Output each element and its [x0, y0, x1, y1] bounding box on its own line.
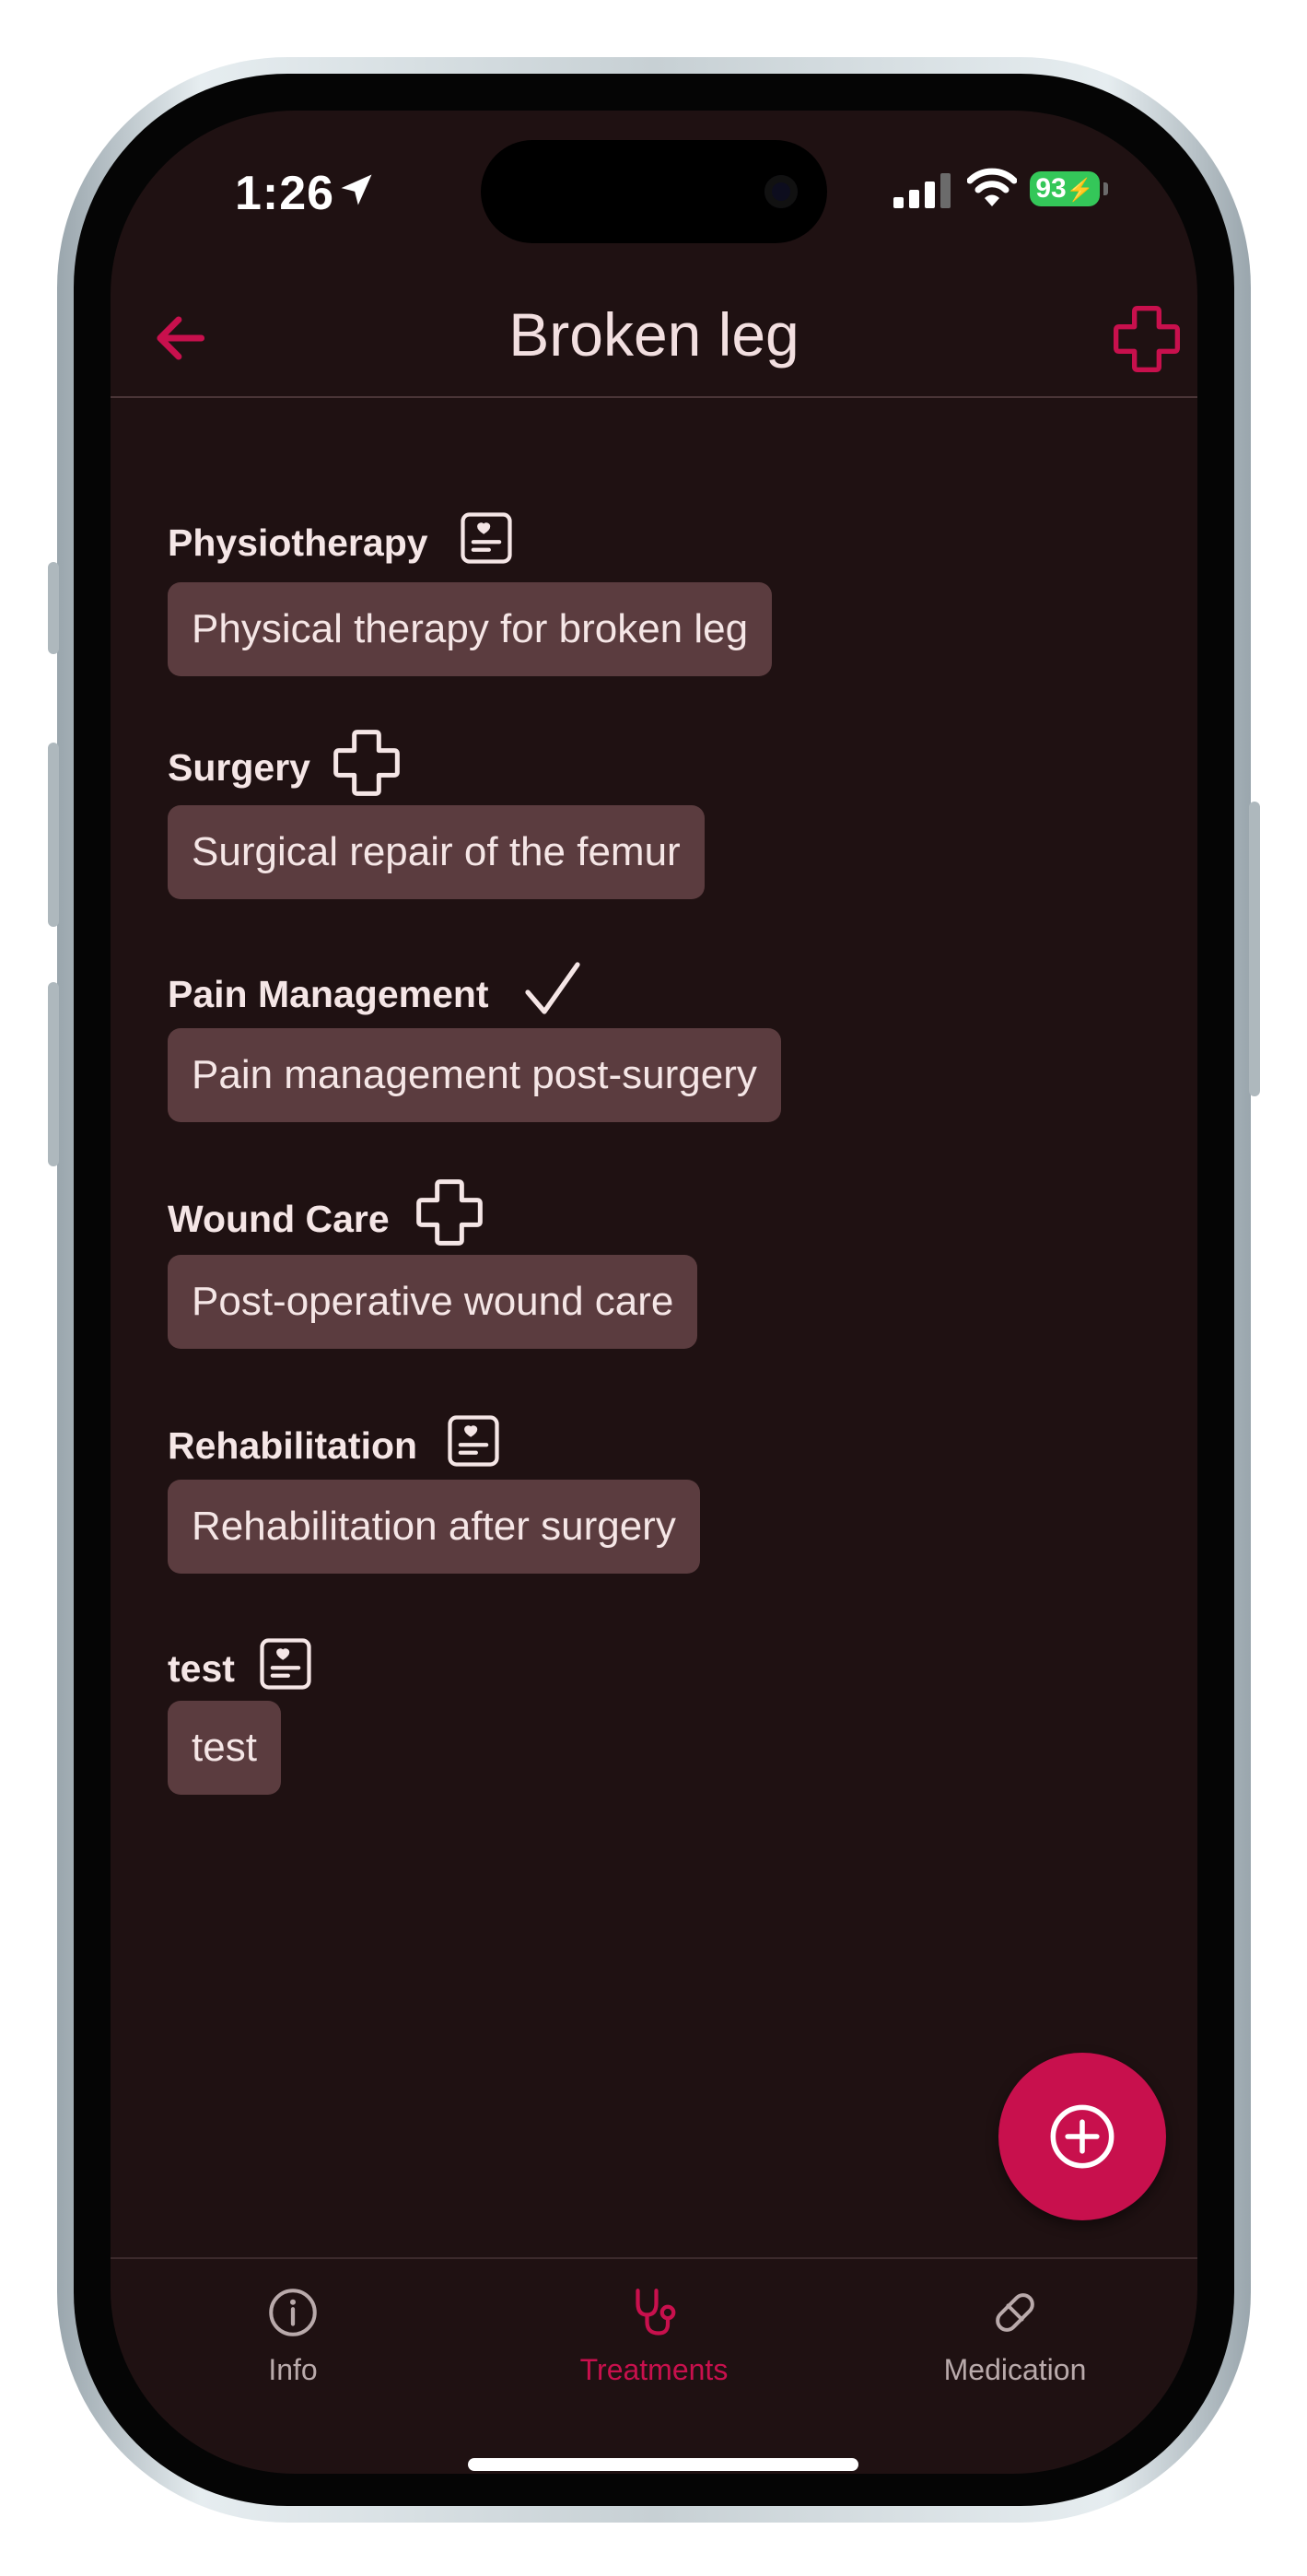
- nav-label-medication: Medication: [943, 2353, 1087, 2386]
- treatment-description[interactable]: Physical therapy for broken leg: [168, 582, 773, 676]
- treatment-description[interactable]: Surgical repair of the femur: [168, 805, 705, 899]
- treatment-description[interactable]: Pain management post-surgery: [168, 1028, 781, 1122]
- medical-cross-icon: [416, 1179, 483, 1246]
- app-bar-divider: [111, 396, 1197, 398]
- treatment-name: test: [168, 1647, 235, 1690]
- location-arrow-icon: [341, 174, 372, 205]
- nav-tab-info[interactable]: Info: [155, 2285, 431, 2387]
- checkmark-icon: [525, 962, 580, 1014]
- treatment-description[interactable]: Rehabilitation after surgery: [168, 1480, 700, 1574]
- nav-label-info: Info: [268, 2353, 318, 2386]
- status-time: 1:26: [235, 167, 335, 220]
- treatment-description[interactable]: Post-operative wound care: [168, 1255, 698, 1349]
- volume-down-button: [48, 982, 59, 1166]
- stethoscope-icon: [636, 2289, 676, 2336]
- battery-indicator: 93⚡: [1030, 171, 1100, 206]
- treatment-name: Surgery: [168, 746, 310, 789]
- battery-level: 93: [1035, 173, 1067, 204]
- power-button: [1249, 802, 1260, 1096]
- treatment-name: Rehabilitation: [168, 1424, 418, 1467]
- nav-label-treatments: Treatments: [579, 2353, 729, 2386]
- home-indicator[interactable]: [468, 2458, 858, 2471]
- medical-cross-icon: [333, 730, 400, 796]
- treatment-name: Physiotherapy: [168, 521, 428, 564]
- nav-tab-treatments[interactable]: Treatments: [516, 2285, 792, 2387]
- add-treatment-cross-icon[interactable]: [1110, 302, 1184, 376]
- medical-record-icon: [448, 1415, 499, 1467]
- add-treatment-fab[interactable]: [998, 2053, 1166, 2220]
- medical-record-icon: [461, 512, 512, 564]
- cellular-signal-icon: [893, 173, 951, 208]
- nav-tab-medication[interactable]: Medication: [877, 2285, 1153, 2387]
- volume-up-button: [48, 743, 59, 927]
- treatment-name: Pain Management: [168, 973, 489, 1015]
- info-icon: [269, 2289, 317, 2336]
- app-screen: 1:26 93⚡ Broken leg Physiotherapy Physic…: [111, 111, 1197, 2474]
- bottom-nav-divider: [111, 2257, 1197, 2259]
- treatment-name: Wound Care: [168, 1198, 390, 1240]
- pill-icon: [996, 2293, 1034, 2332]
- dynamic-island: [481, 140, 827, 243]
- medical-record-icon: [260, 1638, 311, 1690]
- plus-circle-icon: [1050, 2104, 1114, 2169]
- front-camera: [764, 175, 798, 208]
- treatment-description[interactable]: test: [168, 1701, 281, 1795]
- page-title: Broken leg: [508, 300, 799, 369]
- wifi-icon: [967, 168, 1017, 206]
- battery-tip: [1103, 182, 1108, 195]
- action-button: [48, 562, 59, 654]
